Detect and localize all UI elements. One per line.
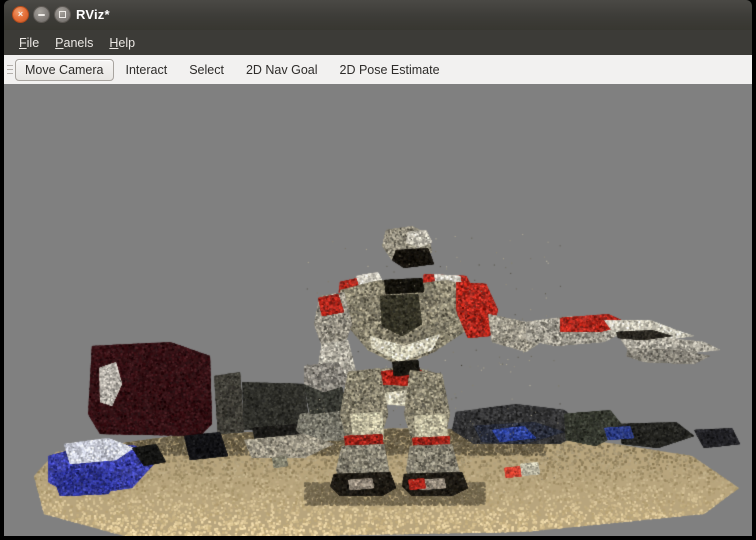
render-viewport-3d[interactable]	[4, 84, 752, 536]
window-title: RViz*	[76, 0, 110, 30]
menu-panels-mnemonic: P	[55, 36, 63, 50]
maximize-icon[interactable]	[54, 6, 71, 23]
menu-item-help[interactable]: Help	[101, 33, 143, 53]
tool-button-move-camera[interactable]: Move Camera	[15, 59, 114, 81]
menu-bar: File Panels Help	[4, 30, 752, 55]
menu-item-file[interactable]: File	[11, 33, 47, 53]
menu-file-mnemonic: F	[19, 36, 27, 50]
tool-button-interact[interactable]: Interact	[116, 59, 178, 81]
menu-file-rest: ile	[27, 36, 40, 50]
tool-button-select[interactable]: Select	[179, 59, 234, 81]
menu-panels-rest: anels	[64, 36, 94, 50]
tool-button-2d-pose-estimate[interactable]: 2D Pose Estimate	[330, 59, 450, 81]
close-icon[interactable]: ×	[12, 6, 29, 23]
window-controls: ×	[12, 6, 71, 23]
minimize-icon[interactable]	[33, 6, 50, 23]
rviz-window: × RViz* File Panels Help Move Camera Int…	[0, 0, 756, 540]
tool-bar: Move Camera Interact Select 2D Nav Goal …	[4, 55, 752, 84]
menu-item-panels[interactable]: Panels	[47, 33, 101, 53]
drag-handle-icon[interactable]	[4, 55, 14, 84]
tool-button-2d-nav-goal[interactable]: 2D Nav Goal	[236, 59, 328, 81]
title-bar[interactable]: × RViz*	[4, 0, 752, 30]
menu-help-rest: elp	[118, 36, 135, 50]
point-cloud-canvas[interactable]	[4, 84, 752, 536]
